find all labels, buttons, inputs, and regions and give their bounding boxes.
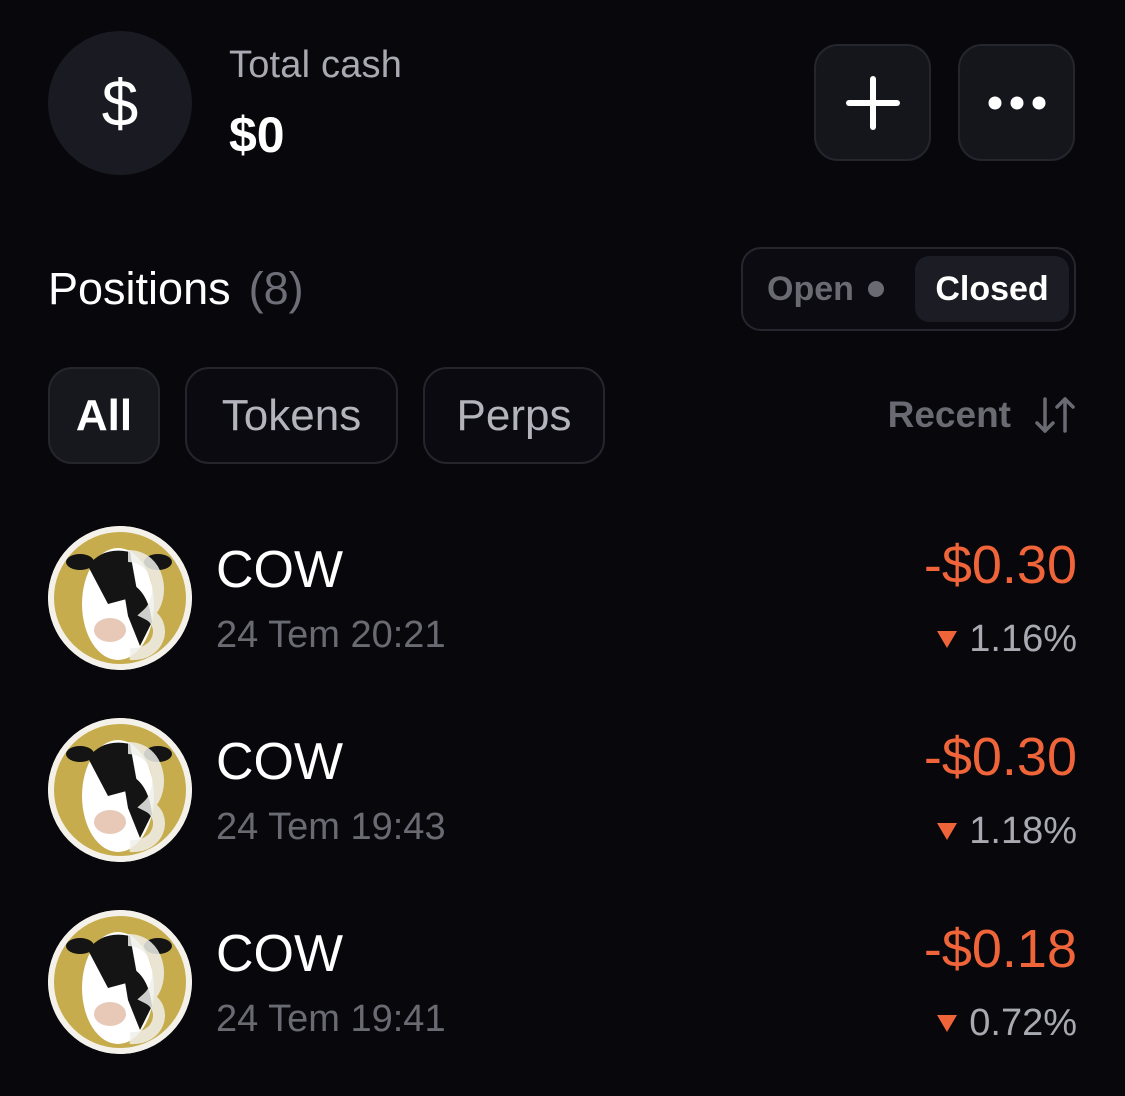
toggle-closed[interactable]: Closed — [915, 256, 1069, 322]
status-dot-icon — [867, 281, 884, 297]
position-date: 24 Tem 20:21 — [216, 614, 446, 656]
token-name: COW — [216, 733, 344, 791]
list-item[interactable]: COW 24 Tem 19:43 -$0.30 1.18% — [48, 718, 1077, 862]
list-item[interactable]: COW 24 Tem 19:41 -$0.18 0.72% — [48, 910, 1077, 1054]
dollar-icon: $ — [48, 31, 192, 175]
plus-icon — [845, 75, 900, 130]
pnl-percent: 1.16% — [937, 618, 1077, 661]
positions-title: Positions — [48, 263, 231, 314]
down-triangle-icon — [937, 823, 958, 840]
position-date: 24 Tem 19:43 — [216, 806, 446, 848]
more-horizontal-icon — [988, 96, 1045, 109]
cow-token-icon — [48, 910, 192, 1054]
filter-all[interactable]: All — [48, 367, 160, 464]
down-triangle-icon — [937, 631, 958, 648]
toggle-open-label: Open — [767, 269, 854, 308]
positions-count: (8) — [248, 263, 304, 314]
token-name: COW — [216, 541, 344, 599]
cow-token-icon — [48, 526, 192, 670]
add-button[interactable] — [814, 44, 931, 161]
sort-button[interactable]: Recent — [888, 384, 1077, 446]
filter-perps[interactable]: Perps — [423, 367, 605, 464]
position-date: 24 Tem 19:41 — [216, 998, 446, 1040]
pnl-percent: 0.72% — [937, 1002, 1077, 1045]
positions-heading: Positions (8) — [48, 263, 304, 315]
token-name: COW — [216, 925, 344, 983]
pnl-value: -$0.18 — [923, 919, 1077, 979]
list-item[interactable]: COW 24 Tem 20:21 -$0.30 1.16% — [48, 526, 1077, 670]
total-cash-value: $0 — [229, 107, 285, 163]
more-button[interactable] — [958, 44, 1075, 161]
pnl-value: -$0.30 — [923, 535, 1077, 595]
down-triangle-icon — [937, 1015, 958, 1032]
pnl-percent-value: 0.72% — [969, 1002, 1077, 1044]
sort-arrows-icon — [1035, 397, 1075, 433]
total-cash-label: Total cash — [229, 44, 403, 86]
cow-token-icon — [48, 718, 192, 862]
open-closed-toggle: Open Closed — [741, 247, 1076, 331]
toggle-open[interactable]: Open — [767, 249, 884, 329]
pnl-value: -$0.30 — [923, 727, 1077, 787]
sort-label: Recent — [887, 394, 1011, 435]
filter-tokens[interactable]: Tokens — [185, 367, 398, 464]
pnl-percent-value: 1.16% — [969, 618, 1077, 660]
pnl-percent-value: 1.18% — [969, 810, 1077, 852]
pnl-percent: 1.18% — [937, 810, 1077, 853]
